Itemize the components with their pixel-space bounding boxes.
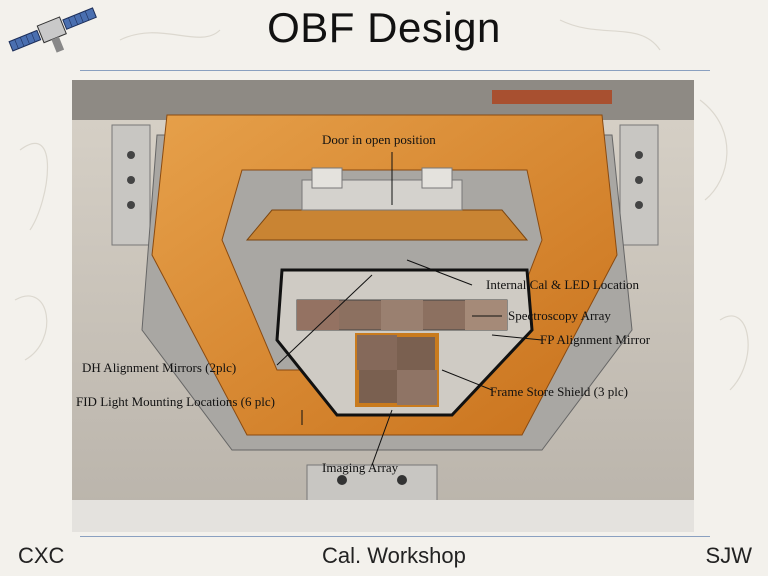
callout-fid-light: FID Light Mounting Locations (6 plc) xyxy=(76,394,275,409)
title-divider xyxy=(80,70,710,71)
callout-door: Door in open position xyxy=(322,132,436,147)
callout-dh-mirrors: DH Alignment Mirrors (2plc) xyxy=(82,360,237,375)
callout-imaging-array: Imaging Array xyxy=(322,460,399,475)
callout-internal-cal: Internal Cal & LED Location xyxy=(486,277,640,292)
callout-fp-mirror: FP Alignment Mirror xyxy=(540,332,651,347)
slide-title: OBF Design xyxy=(267,4,501,51)
callout-spectroscopy-array: Spectroscopy Array xyxy=(508,308,611,323)
footer-right: SJW xyxy=(705,543,752,568)
footer-left: CXC xyxy=(18,543,65,568)
callout-frame-store-shield: Frame Store Shield (3 plc) xyxy=(490,384,628,399)
footer-center: Cal. Workshop xyxy=(322,543,466,568)
footer-divider xyxy=(80,536,710,537)
